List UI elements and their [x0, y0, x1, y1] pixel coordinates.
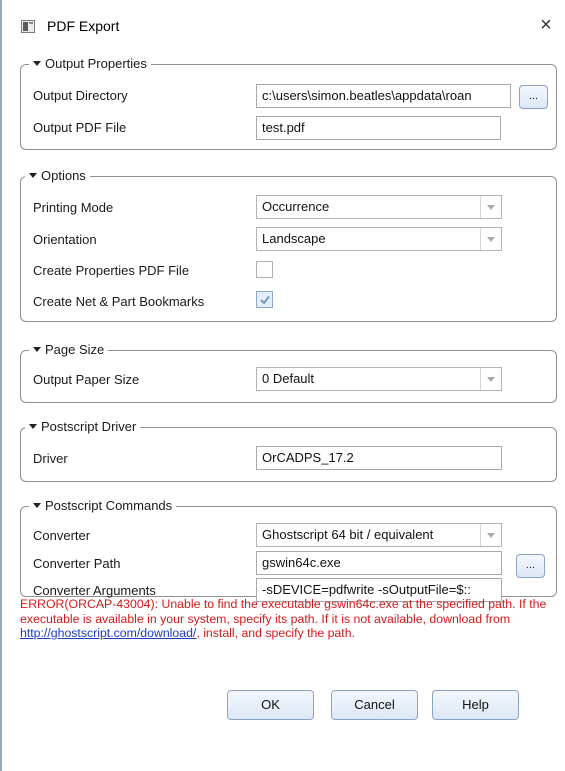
create-bookmarks-label: Create Net & Part Bookmarks — [33, 294, 205, 309]
driver-field[interactable]: OrCADPS_17.2 — [256, 446, 502, 470]
output-pdf-file-label: Output PDF File — [33, 120, 127, 135]
postscript-driver-group: Postscript Driver Driver OrCADPS_17.2 — [20, 419, 557, 482]
page-size-legend[interactable]: Page Size — [29, 342, 109, 358]
converter-value: Ghostscript 64 bit / equivalent — [262, 527, 434, 542]
output-directory-field[interactable]: c:\users\simon.beatles\appdata\roan — [256, 84, 511, 108]
converter-path-label: Converter Path — [33, 556, 121, 571]
printing-mode-select[interactable]: Occurrence — [256, 195, 502, 219]
window-title: PDF Export — [47, 18, 120, 34]
options-legend-text: Options — [41, 168, 86, 183]
output-directory-label: Output Directory — [33, 88, 128, 103]
orientation-select[interactable]: Landscape — [256, 227, 502, 251]
options-group: Options Printing Mode Occurrence Orienta… — [20, 168, 557, 322]
error-text-end: , install, and specify the path. — [196, 626, 355, 640]
help-button[interactable]: Help — [432, 690, 519, 720]
chevron-down-icon[interactable] — [480, 196, 501, 218]
create-properties-pdf-label: Create Properties PDF File — [33, 263, 190, 278]
ok-button[interactable]: OK — [227, 690, 314, 720]
collapse-triangle-icon — [29, 424, 37, 430]
postscript-driver-legend-text: Postscript Driver — [41, 419, 137, 434]
options-legend[interactable]: Options — [25, 168, 90, 184]
postscript-commands-legend[interactable]: Postscript Commands — [29, 498, 177, 514]
close-icon[interactable]: × — [534, 14, 558, 38]
error-message: ERROR(ORCAP-43004): Unable to find the e… — [20, 597, 557, 641]
collapse-triangle-icon — [33, 503, 41, 509]
chevron-down-icon[interactable] — [480, 524, 501, 546]
cancel-button[interactable]: Cancel — [331, 690, 418, 720]
printing-mode-value: Occurrence — [262, 199, 330, 214]
page-size-legend-text: Page Size — [45, 342, 105, 357]
chevron-down-icon[interactable] — [480, 228, 501, 250]
driver-label: Driver — [33, 451, 68, 466]
output-properties-legend-text: Output Properties — [45, 56, 147, 71]
create-bookmarks-checkbox[interactable] — [256, 291, 273, 308]
window-left-border — [0, 0, 2, 771]
create-properties-pdf-checkbox[interactable] — [256, 261, 273, 278]
ghostscript-download-link[interactable]: http://ghostscript.com/download/ — [20, 626, 196, 640]
converter-path-field[interactable]: gswin64c.exe — [256, 551, 502, 575]
printing-mode-label: Printing Mode — [33, 200, 114, 215]
checkmark-icon — [260, 295, 270, 305]
title-bar: PDF Export × — [0, 0, 565, 54]
orientation-label: Orientation — [33, 232, 97, 247]
postscript-driver-legend[interactable]: Postscript Driver — [25, 419, 141, 435]
converter-label: Converter — [33, 528, 91, 543]
converter-path-browse-button[interactable]: ... — [516, 554, 545, 578]
page-size-group: Page Size Output Paper Size 0 Default — [20, 342, 557, 403]
output-properties-group: Output Properties Output Directory c:\us… — [20, 56, 557, 150]
output-properties-legend[interactable]: Output Properties — [29, 56, 151, 72]
output-directory-browse-button[interactable]: ... — [519, 85, 548, 109]
collapse-triangle-icon — [29, 173, 37, 179]
output-paper-size-label: Output Paper Size — [33, 372, 140, 387]
error-text-start: ERROR(ORCAP-43004): Unable to find the e… — [20, 597, 547, 626]
converter-arguments-label: Converter Arguments — [33, 583, 156, 598]
collapse-triangle-icon — [33, 347, 41, 353]
chevron-down-icon[interactable] — [480, 368, 501, 390]
collapse-triangle-icon — [33, 61, 41, 67]
orientation-value: Landscape — [262, 231, 326, 246]
output-paper-size-value: 0 Default — [262, 371, 315, 386]
pdf-export-app-icon — [21, 20, 35, 33]
output-paper-size-select[interactable]: 0 Default — [256, 367, 502, 391]
converter-select[interactable]: Ghostscript 64 bit / equivalent — [256, 523, 502, 547]
postscript-commands-group: Postscript Commands Converter Ghostscrip… — [20, 498, 557, 602]
postscript-commands-legend-text: Postscript Commands — [45, 498, 173, 513]
output-pdf-file-field[interactable]: test.pdf — [256, 116, 501, 140]
